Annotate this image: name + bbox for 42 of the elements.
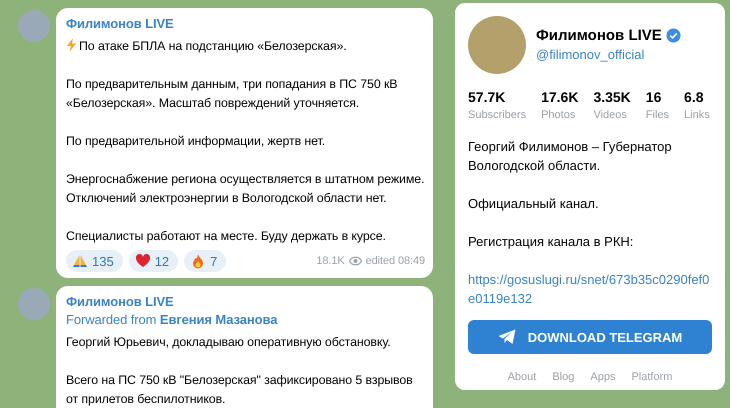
footer-link[interactable]: Apps xyxy=(590,368,616,387)
stat-label: Photos xyxy=(541,108,576,123)
stat-label: Videos xyxy=(593,108,628,123)
stat-label: Files xyxy=(646,108,670,123)
channel-name[interactable]: Филимонов LIVE xyxy=(66,15,425,33)
channel-description: Официальный канал. xyxy=(468,195,600,213)
paper-plane-icon xyxy=(498,329,516,345)
forwarded-from: Forwarded from Евгения Мазанова xyxy=(66,311,278,329)
reaction-chip[interactable]: 12 xyxy=(128,250,178,272)
stat-value: 6.8 xyxy=(684,88,704,106)
message-text: Всего на ПС 750 кВ "Белозерская" зафиксировано 5 взрывов от прилетов беспилотников. xyxy=(66,373,413,406)
message-text: Георгий Юрьевич, докладываю оперативную обстановку. xyxy=(66,335,391,349)
reaction-chip[interactable]: 7 xyxy=(184,250,226,272)
avatar xyxy=(18,10,50,42)
channel-username[interactable]: @filimonov_official xyxy=(536,45,681,64)
footer-link[interactable]: Platform xyxy=(631,368,672,387)
registration-link[interactable]: https://gosuslugi.ru/snet/673b35c0290fef0e0119e132 xyxy=(468,270,712,308)
stat-value: 57.7K xyxy=(468,88,506,106)
stat-label: Subscribers xyxy=(468,108,526,123)
channel-title: Филимонов LIVE xyxy=(536,26,662,45)
lightning-icon xyxy=(66,38,77,52)
channel-description: Георгий Филимонов – Губернатор Вологодской области. xyxy=(468,138,673,175)
message-text: По предварительной информации, жертв нет. xyxy=(66,134,326,148)
channel-name[interactable]: Филимонов LIVE xyxy=(66,293,425,311)
message-text: Специалисты работают на месте. Буду держать в курсе. xyxy=(66,229,386,243)
stat-value: 17.6K xyxy=(541,88,578,106)
stat-value: 16 xyxy=(646,88,662,106)
reaction-chip[interactable]: 135 xyxy=(66,250,123,272)
stat-value: 3.35K xyxy=(593,88,631,106)
view-count: 18.1K xyxy=(316,254,345,268)
heart-icon xyxy=(134,253,151,269)
message-text: По предварительным данным, три попадания в ПС 750 кВ «Белозерская». Масштаб повреждений уточняется. xyxy=(66,77,398,110)
avatar xyxy=(18,288,50,320)
eye-icon xyxy=(348,256,362,266)
message-text: Энергоснабжение региона осуществляется в штатном режиме. Отключений электроэнергии в Вологодской области нет. xyxy=(66,172,424,205)
message-time: edited 08:49 xyxy=(366,254,425,268)
message-text: По атаке БПЛА на подстанцию «Белозерская». xyxy=(79,39,347,53)
footer-link[interactable]: Blog xyxy=(552,368,574,387)
channel-description: Регистрация канала в РКН: xyxy=(468,233,634,251)
stat-label: Links xyxy=(684,108,710,123)
footer-link[interactable]: About xyxy=(508,368,536,387)
download-button[interactable]: DOWNLOAD TELEGRAM xyxy=(468,320,712,354)
